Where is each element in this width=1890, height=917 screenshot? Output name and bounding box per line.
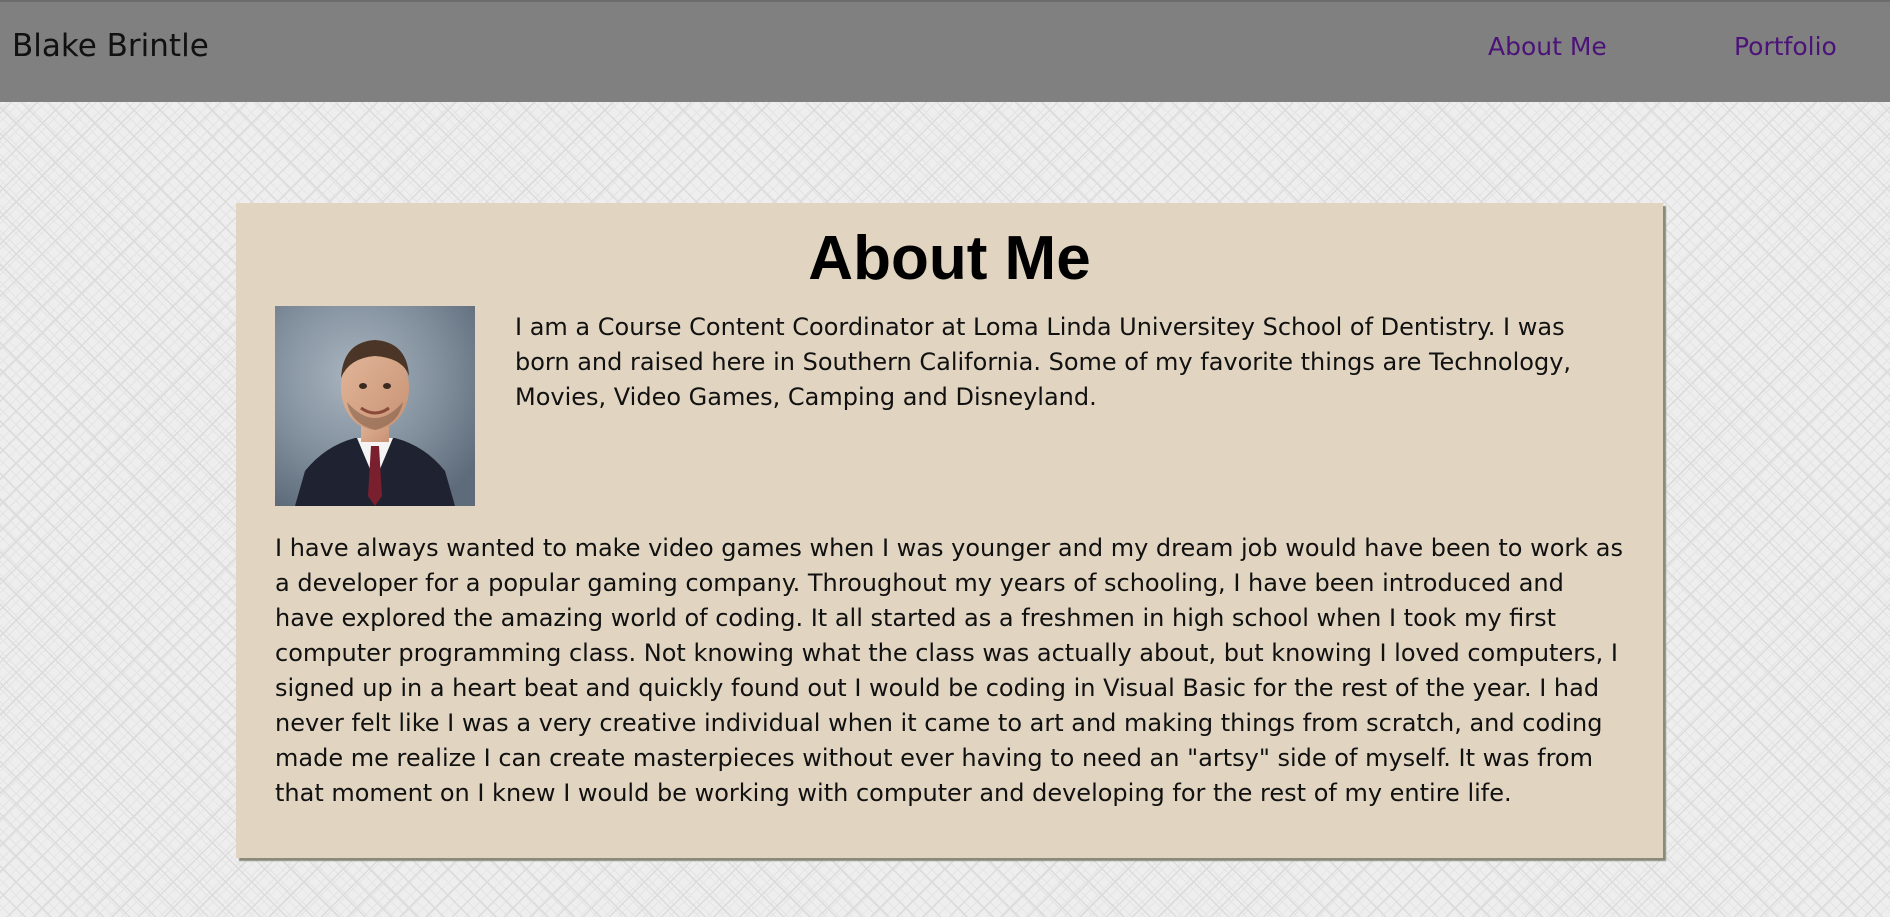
profile-photo — [275, 306, 475, 506]
intro-paragraph: I am a Course Content Coordinator at Lom… — [515, 313, 1572, 411]
brand-link[interactable]: Blake Brintle — [12, 28, 209, 64]
about-card: About Me I am a Course Content Coordinat… — [236, 203, 1663, 858]
top-navbar: Blake Brintle About Me Portfolio — [0, 0, 1890, 102]
page-title: About Me — [808, 224, 1091, 293]
nav-link-portfolio[interactable]: Portfolio — [1734, 32, 1837, 61]
story-paragraph: I have always wanted to make video games… — [275, 534, 1624, 807]
nav-link-about-me[interactable]: About Me — [1488, 32, 1607, 61]
